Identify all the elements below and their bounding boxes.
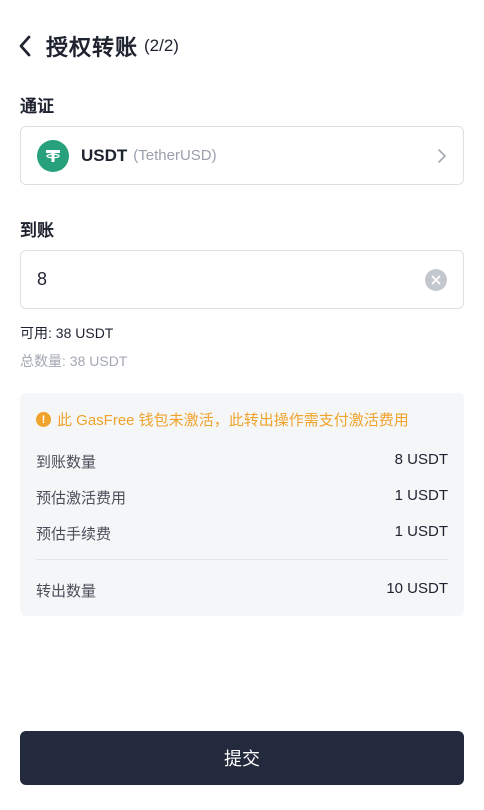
amount-label: 到账: [20, 221, 54, 240]
amount-field: [20, 250, 464, 309]
warning-icon: !: [36, 412, 51, 427]
fee-row: 预估激活费用 1 USDT: [36, 487, 448, 508]
token-symbol: USDT: [81, 145, 128, 165]
clear-button[interactable]: [425, 268, 447, 291]
close-icon: [431, 275, 441, 284]
token-name: (TetherUSD): [133, 147, 217, 164]
row-key: 到账数量: [36, 454, 97, 471]
available-balance: 可用: 38 USDT: [20, 325, 114, 341]
activation-warning: ! 此 GasFree 钱包未激活，此转出操作需支付激活费用: [36, 409, 409, 430]
total-balance: 总数量: 38 USDT: [20, 353, 128, 369]
warning-text: 此 GasFree 钱包未激活，此转出操作需支付激活费用: [57, 412, 409, 429]
tether-icon: [37, 139, 69, 172]
row-key: 预估手续费: [36, 526, 112, 543]
page-title: 授权转账: [46, 35, 139, 60]
row-value: 8 USDT: [394, 451, 448, 468]
back-button[interactable]: [18, 26, 40, 66]
chevron-right-icon: [437, 148, 447, 164]
divider: [36, 559, 448, 560]
chevron-left-icon: [19, 35, 31, 57]
amount-input[interactable]: [37, 269, 425, 290]
fee-row: 预估手续费 1 USDT: [36, 523, 448, 544]
row-value: 1 USDT: [394, 487, 448, 504]
fee-row: 到账数量 8 USDT: [36, 451, 448, 472]
token-label: 通证: [20, 97, 54, 116]
token-selector[interactable]: USDT (TetherUSD): [20, 126, 464, 185]
step-indicator: (2/2): [144, 36, 179, 55]
fee-info-card: ! 此 GasFree 钱包未激活，此转出操作需支付激活费用 到账数量 8 US…: [20, 393, 464, 616]
total-key: 转出数量: [36, 583, 97, 600]
total-row: 转出数量 10 USDT: [36, 580, 448, 601]
header: 授权转账 (2/2): [18, 26, 466, 66]
row-key: 预估激活费用: [36, 490, 127, 507]
row-value: 1 USDT: [394, 523, 448, 540]
total-value: 10 USDT: [386, 580, 448, 597]
submit-button[interactable]: 提交: [20, 731, 464, 785]
